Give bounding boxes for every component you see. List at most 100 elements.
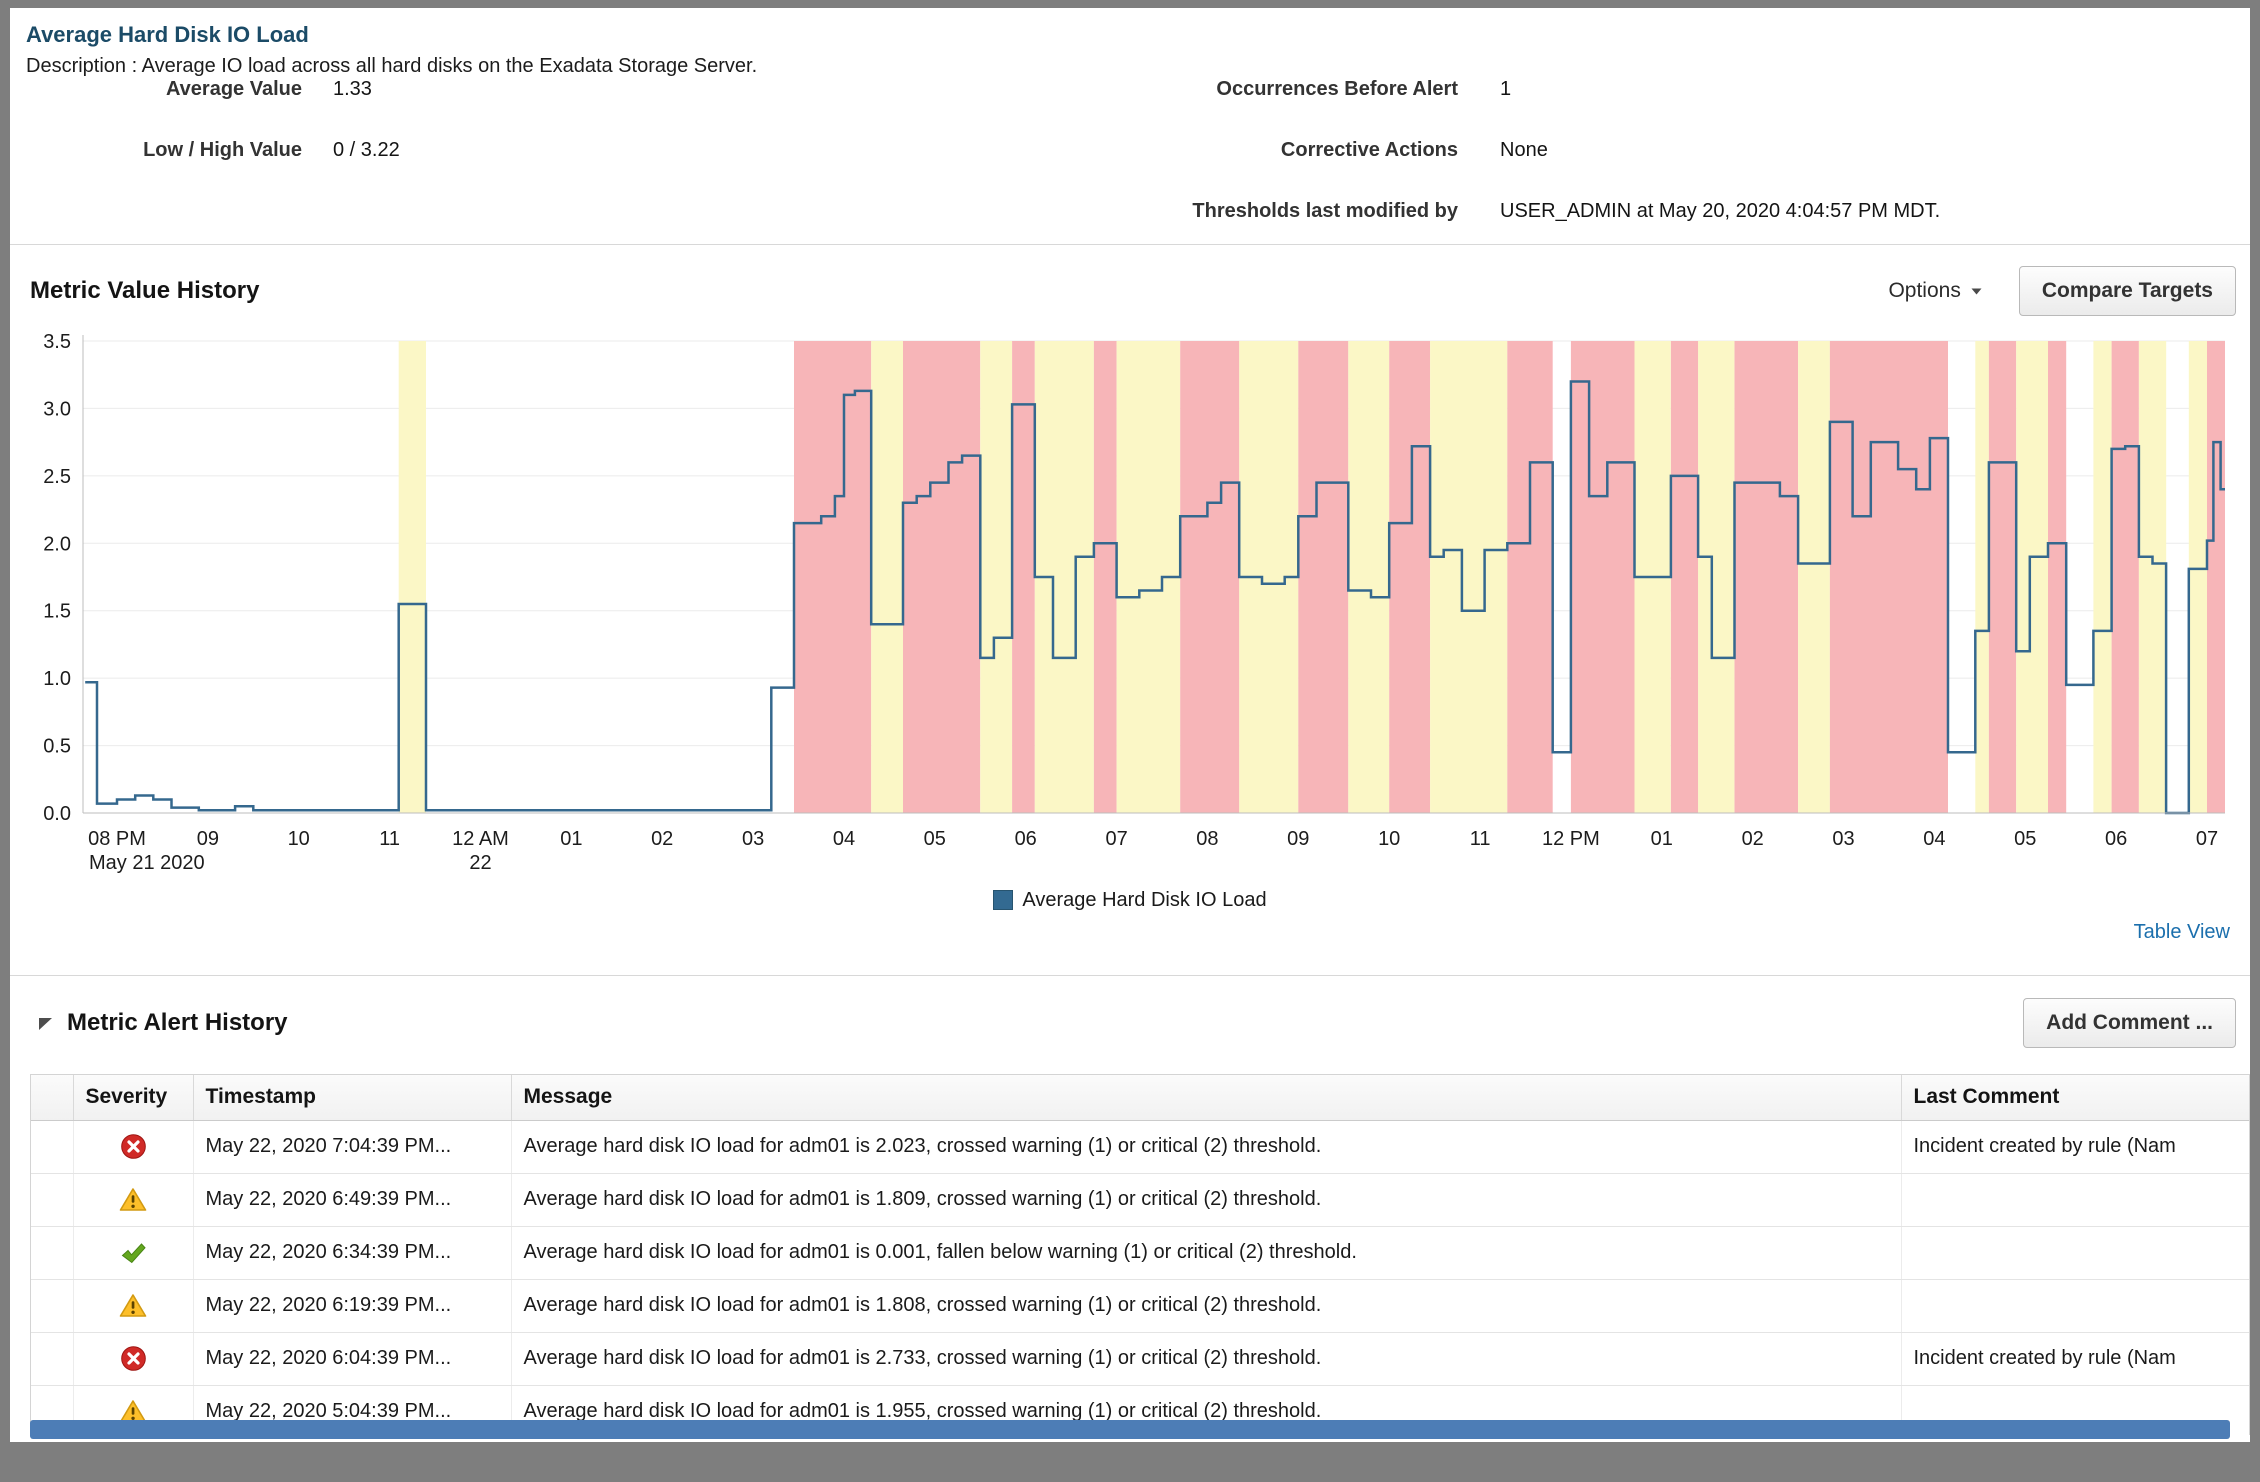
svg-text:10: 10: [288, 828, 310, 850]
message-cell: Average hard disk IO load for adm01 is 1…: [511, 1279, 1901, 1332]
chevron-down-icon: [1970, 287, 1983, 296]
row-selector-cell[interactable]: [31, 1332, 73, 1385]
message-cell: Average hard disk IO load for adm01 is 1…: [511, 1173, 1901, 1226]
svg-text:10: 10: [1378, 828, 1400, 850]
svg-text:07: 07: [2196, 828, 2218, 850]
page-title: Average Hard Disk IO Load: [26, 22, 2250, 48]
svg-text:May 21 2020: May 21 2020: [89, 852, 205, 874]
svg-text:11: 11: [379, 828, 400, 850]
row-selector-cell[interactable]: [31, 1120, 73, 1173]
occurrences-before-alert: 1: [1500, 78, 1511, 101]
summary-fields: Average Value 1.33 Low / High Value 0 / …: [26, 78, 2250, 238]
svg-text:05: 05: [2014, 828, 2036, 850]
svg-text:04: 04: [833, 828, 855, 850]
column-header-message[interactable]: Message: [511, 1075, 1901, 1120]
low-high-value-label: Low / High Value: [26, 139, 302, 162]
svg-text:11: 11: [1470, 828, 1491, 850]
divider: [10, 975, 2250, 976]
alert-row[interactable]: May 22, 2020 6:34:39 PM...Average hard d…: [31, 1226, 2250, 1279]
thresholds-modified-value: USER_ADMIN at May 20, 2020 4:04:57 PM MD…: [1500, 200, 1940, 223]
alert-row[interactable]: May 22, 2020 6:04:39 PM...Average hard d…: [31, 1332, 2250, 1385]
svg-text:1.5: 1.5: [43, 601, 71, 623]
alert-row[interactable]: May 22, 2020 7:04:39 PM...Average hard d…: [31, 1120, 2250, 1173]
timestamp-cell: May 22, 2020 6:49:39 PM...: [193, 1173, 511, 1226]
metric-alert-history-title: Metric Alert History: [67, 1009, 288, 1037]
corrective-actions-label: Corrective Actions: [958, 139, 1458, 162]
add-comment-button[interactable]: Add Comment ...: [2023, 998, 2236, 1048]
metric-detail-page: Average Hard Disk IO Load Description : …: [10, 8, 2250, 1442]
svg-text:06: 06: [2105, 828, 2127, 850]
alert-row[interactable]: May 22, 2020 6:49:39 PM...Average hard d…: [31, 1173, 2250, 1226]
svg-text:03: 03: [1832, 828, 1854, 850]
alert-table: SeverityTimestampMessageLast Comment May…: [30, 1074, 2250, 1435]
severity-cell: [73, 1226, 193, 1279]
divider: [10, 244, 2250, 245]
svg-text:12 PM: 12 PM: [1542, 828, 1600, 850]
last-comment-cell: Incident created by rule (Nam: [1901, 1120, 2250, 1173]
svg-text:05: 05: [924, 828, 946, 850]
horizontal-scrollbar-thumb[interactable]: [30, 1420, 2230, 1439]
last-comment-cell: [1901, 1226, 2250, 1279]
svg-text:3.5: 3.5: [43, 331, 71, 353]
metric-description: Description : Average IO load across all…: [26, 55, 2250, 78]
corrective-actions: None: [1500, 139, 1548, 162]
options-label: Options: [1888, 279, 1960, 303]
svg-text:22: 22: [469, 852, 491, 874]
warning-icon: [119, 1293, 147, 1318]
alert-table-header-row: SeverityTimestampMessageLast Comment: [31, 1075, 2250, 1120]
metric-chart: 0.0 0.5 1.0 1.5 2.0 2.5 3.0 3.5 08 PMMay 21 2020…: [10, 327, 2250, 879]
row-selector-cell[interactable]: [31, 1226, 73, 1279]
svg-text:09: 09: [1287, 828, 1309, 850]
metric-alert-history-header: Metric Alert History Add Comment ...: [10, 992, 2250, 1054]
svg-text:04: 04: [1923, 828, 1945, 850]
column-header-last-comment[interactable]: Last Comment: [1901, 1075, 2250, 1120]
occurrences-before-alert-label: Occurrences Before Alert: [958, 78, 1458, 101]
options-menu[interactable]: Options: [1888, 279, 1982, 303]
timestamp-cell: May 22, 2020 6:19:39 PM...: [193, 1279, 511, 1332]
critical-icon: [120, 1133, 147, 1160]
critical-icon: [120, 1345, 147, 1372]
svg-text:06: 06: [1015, 828, 1037, 850]
metric-chart-area: 0.0 0.5 1.0 1.5 2.0 2.5 3.0 3.5 08 PMMay 21 2020…: [10, 327, 2250, 879]
column-header-timestamp[interactable]: Timestamp: [193, 1075, 511, 1120]
svg-text:12 AM: 12 AM: [452, 828, 509, 850]
thresholds-modified-label: Thresholds last modified by: [958, 200, 1458, 223]
warning-icon: [119, 1187, 147, 1212]
svg-text:0.0: 0.0: [43, 803, 71, 825]
svg-text:2.0: 2.0: [43, 533, 71, 555]
alert-row[interactable]: May 22, 2020 6:19:39 PM...Average hard d…: [31, 1279, 2250, 1332]
svg-text:2.5: 2.5: [43, 466, 71, 488]
svg-text:0.5: 0.5: [43, 736, 71, 758]
svg-text:09: 09: [197, 828, 219, 850]
svg-text:03: 03: [742, 828, 764, 850]
severity-cell: [73, 1120, 193, 1173]
column-header-severity[interactable]: Severity: [73, 1075, 193, 1120]
severity-cell: [73, 1173, 193, 1226]
svg-text:3.0: 3.0: [43, 398, 71, 420]
row-selector-cell[interactable]: [31, 1279, 73, 1332]
average-value: 1.33: [333, 78, 372, 101]
metric-value-history-title: Metric Value History: [30, 277, 259, 305]
last-comment-cell: [1901, 1173, 2250, 1226]
last-comment-cell: [1901, 1279, 2250, 1332]
svg-text:01: 01: [1651, 828, 1673, 850]
svg-text:1.0: 1.0: [43, 668, 71, 690]
severity-cell: [73, 1279, 193, 1332]
severity-cell: [73, 1332, 193, 1385]
message-cell: Average hard disk IO load for adm01 is 2…: [511, 1332, 1901, 1385]
metric-value-history-header: Metric Value History Options Compare Tar…: [10, 263, 2250, 319]
svg-text:08 PM: 08 PM: [88, 828, 146, 850]
collapse-triangle-icon[interactable]: [38, 1016, 53, 1031]
compare-targets-button[interactable]: Compare Targets: [2019, 266, 2236, 316]
legend-swatch-icon: [993, 890, 1013, 910]
page-header: Average Hard Disk IO Load Description : …: [10, 8, 2250, 244]
row-selector-cell[interactable]: [31, 1173, 73, 1226]
table-view-link[interactable]: Table View: [2134, 921, 2230, 945]
timestamp-cell: May 22, 2020 6:04:39 PM...: [193, 1332, 511, 1385]
chart-legend: Average Hard Disk IO Load: [10, 889, 2250, 911]
timestamp-cell: May 22, 2020 7:04:39 PM...: [193, 1120, 511, 1173]
last-comment-cell: Incident created by rule (Nam: [1901, 1332, 2250, 1385]
clear-icon: [120, 1241, 147, 1265]
svg-text:08: 08: [1196, 828, 1218, 850]
svg-text:02: 02: [1742, 828, 1764, 850]
